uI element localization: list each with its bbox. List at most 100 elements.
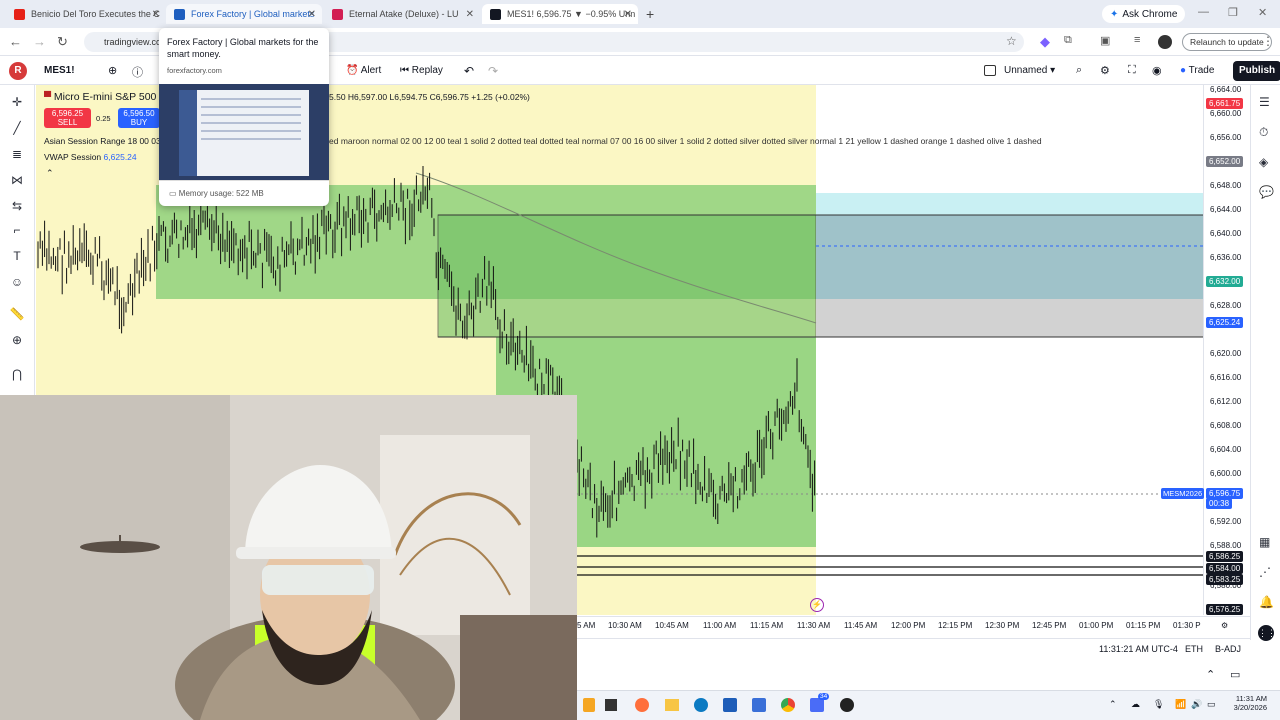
new-tab-button[interactable]: + <box>646 6 654 22</box>
instrument-title[interactable]: Micro E-mini S&P 500 <box>54 91 157 103</box>
close-window-icon[interactable]: ✕ <box>1258 6 1267 19</box>
edge-icon[interactable] <box>694 698 708 712</box>
search-icon[interactable]: ⌕ <box>1076 64 1082 77</box>
magnet-icon[interactable]: ⋂ <box>9 367 25 383</box>
indicator-asian-range[interactable]: Asian Session Range 18 00 03 <box>44 136 161 146</box>
store-icon[interactable] <box>723 698 737 712</box>
layout-menu[interactable]: Unnamed ▾ <box>1004 65 1055 76</box>
session-label[interactable]: ETH <box>1185 644 1203 654</box>
publish-button[interactable]: Publish <box>1233 61 1280 81</box>
close-icon[interactable]: ✕ <box>466 9 474 20</box>
mic-icon[interactable]: 🎙 <box>1153 699 1164 710</box>
projection-box <box>816 193 1203 215</box>
layers-icon[interactable]: ◈ <box>1259 155 1268 169</box>
app-icon[interactable] <box>583 698 595 712</box>
forward-icon[interactable]: → <box>33 34 46 49</box>
replay-button[interactable]: ⏮ Replay <box>400 65 443 76</box>
right-sidebar: ☰ ⏱ ◈ 💬 ▦ ⋰ 🔔 ⋮⋮ <box>1250 85 1280 641</box>
folder-icon[interactable] <box>665 699 679 711</box>
restore-icon[interactable]: ❐ <box>1228 6 1238 19</box>
tab-forexfactory[interactable]: Forex Factory | Global markets ✕ <box>166 4 322 24</box>
forecast-icon[interactable]: ⇆ <box>9 199 25 215</box>
alert-button[interactable]: ⏰ Alert <box>346 65 381 76</box>
media-icon[interactable]: ≡ <box>1134 34 1140 46</box>
more-icon[interactable]: ⋮ <box>1262 34 1274 48</box>
price-label: 6,608.00 <box>1210 421 1242 430</box>
ask-chrome-button[interactable]: ✦ Ask Chrome <box>1102 5 1186 23</box>
mail-icon[interactable] <box>752 698 766 712</box>
auto-scale-icon[interactable]: ⚙ <box>1221 621 1228 630</box>
extension-icon[interactable]: ◆ <box>1040 34 1050 50</box>
brush-icon[interactable]: ⌐ <box>9 223 25 239</box>
reload-icon[interactable]: ↻ <box>57 34 68 50</box>
copilot-icon[interactable] <box>635 698 649 712</box>
tab-title: Benicio Del Toro Executes the C <box>31 9 160 19</box>
tab-tradingview[interactable]: MES1! 6,596.75 ▼ −0.95% Unn ✕ <box>482 4 638 24</box>
lightning-icon[interactable]: ⚡ <box>810 598 824 612</box>
collapse-icon[interactable]: ⌃ <box>46 168 54 179</box>
adjust-label[interactable]: B-ADJ <box>1215 644 1241 654</box>
trendline-icon[interactable]: ╱ <box>9 121 25 137</box>
close-icon[interactable]: ✕ <box>624 9 632 20</box>
chrome-icon[interactable] <box>781 698 795 712</box>
close-icon[interactable]: ✕ <box>152 9 160 20</box>
emoji-icon[interactable]: ☺ <box>9 275 25 291</box>
puzzle-icon[interactable]: ⧉ <box>1064 34 1072 47</box>
minimize-icon[interactable]: — <box>1198 6 1209 18</box>
layout-icon[interactable] <box>984 65 996 76</box>
watchlist-icon[interactable]: ☰ <box>1259 95 1270 109</box>
fib-icon[interactable]: ≣ <box>9 147 25 163</box>
pattern-icon[interactable]: ⋈ <box>9 173 25 189</box>
sell-button[interactable]: 6,596.25 SELL <box>44 108 91 128</box>
maximize-panel-icon[interactable]: ▭ <box>1230 668 1240 681</box>
trade-button[interactable]: ● Trade <box>1180 65 1214 76</box>
indicator-vwap[interactable]: VWAP Session 6,625.24 <box>44 152 137 162</box>
memory-icon: ▭ <box>169 189 177 198</box>
app-icon[interactable] <box>840 698 854 712</box>
calendar-icon[interactable]: ▦ <box>1259 535 1270 549</box>
text-icon[interactable]: T <box>9 249 25 265</box>
price-axis[interactable]: 6,664.00 6,660.00 6,656.00 6,648.00 6,64… <box>1203 85 1250 615</box>
bookmark-star-icon[interactable]: ☆ <box>1006 34 1017 48</box>
battery-icon[interactable]: ▭ <box>1207 699 1216 710</box>
sell-price: 6,596.25 <box>51 109 84 118</box>
tab-youtube[interactable]: Benicio Del Toro Executes the C ✕ <box>6 4 166 24</box>
user-avatar[interactable]: R <box>9 62 27 80</box>
symbol-search[interactable]: MES1! <box>44 65 75 76</box>
buy-button[interactable]: 6,596.50 BUY <box>118 108 160 128</box>
terminal-icon[interactable] <box>605 699 617 711</box>
redo-icon[interactable]: ↷ <box>488 64 498 78</box>
settings-icon[interactable]: ⚙ <box>1100 64 1110 77</box>
avatar[interactable] <box>1158 35 1172 49</box>
clock-label[interactable]: 11:31:21 AM UTC-4 <box>1099 644 1178 654</box>
alerts-icon[interactable]: ⏱ <box>1259 125 1268 140</box>
time-label: 12:45 PM <box>1032 621 1067 630</box>
crosshair-icon[interactable]: ✛ <box>9 95 25 111</box>
volume-icon[interactable]: 🔊 <box>1191 699 1202 710</box>
tray-chevron-icon[interactable]: ⌃ <box>1109 699 1117 710</box>
apps-icon[interactable]: ⋮⋮ <box>1258 625 1276 641</box>
bell-icon[interactable]: 🔔 <box>1259 595 1274 609</box>
zoom-icon[interactable]: ⊕ <box>9 333 25 349</box>
info-icon[interactable]: ⓘ <box>132 64 143 80</box>
time-label: 11:00 AM <box>703 621 737 630</box>
ruler-icon[interactable]: 📏 <box>9 307 25 323</box>
relaunch-button[interactable]: Relaunch to update <box>1182 33 1272 51</box>
camera-icon[interactable]: ◉ <box>1152 64 1162 77</box>
scroll-up-icon[interactable]: ⌃ <box>1206 668 1215 681</box>
undo-icon[interactable]: ↶ <box>464 64 474 78</box>
chat-icon[interactable]: 💬 <box>1259 185 1274 199</box>
teams-icon[interactable] <box>810 698 824 712</box>
fullscreen-icon[interactable]: ⛶ <box>1128 64 1136 77</box>
tab-music[interactable]: Eternal Atake (Deluxe) - LU ✕ <box>324 4 480 24</box>
wifi-icon[interactable]: 📶 <box>1175 699 1186 710</box>
tray-icon[interactable]: ☁ <box>1131 699 1140 710</box>
tab-title: Eternal Atake (Deluxe) - LU <box>349 9 459 19</box>
system-clock[interactable]: 11:31 AM 3/20/2026 <box>1227 694 1267 712</box>
back-icon[interactable]: ← <box>9 34 22 49</box>
compare-icon[interactable]: ⊕ <box>108 64 117 77</box>
chart-icon[interactable]: ⋰ <box>1259 565 1271 579</box>
close-icon[interactable]: ✕ <box>308 9 316 20</box>
sidepanel-icon[interactable]: ▣ <box>1100 34 1110 47</box>
time-axis[interactable]: 5 AM 10:30 AM 10:45 AM 11:00 AM 11:15 AM… <box>577 616 1250 634</box>
